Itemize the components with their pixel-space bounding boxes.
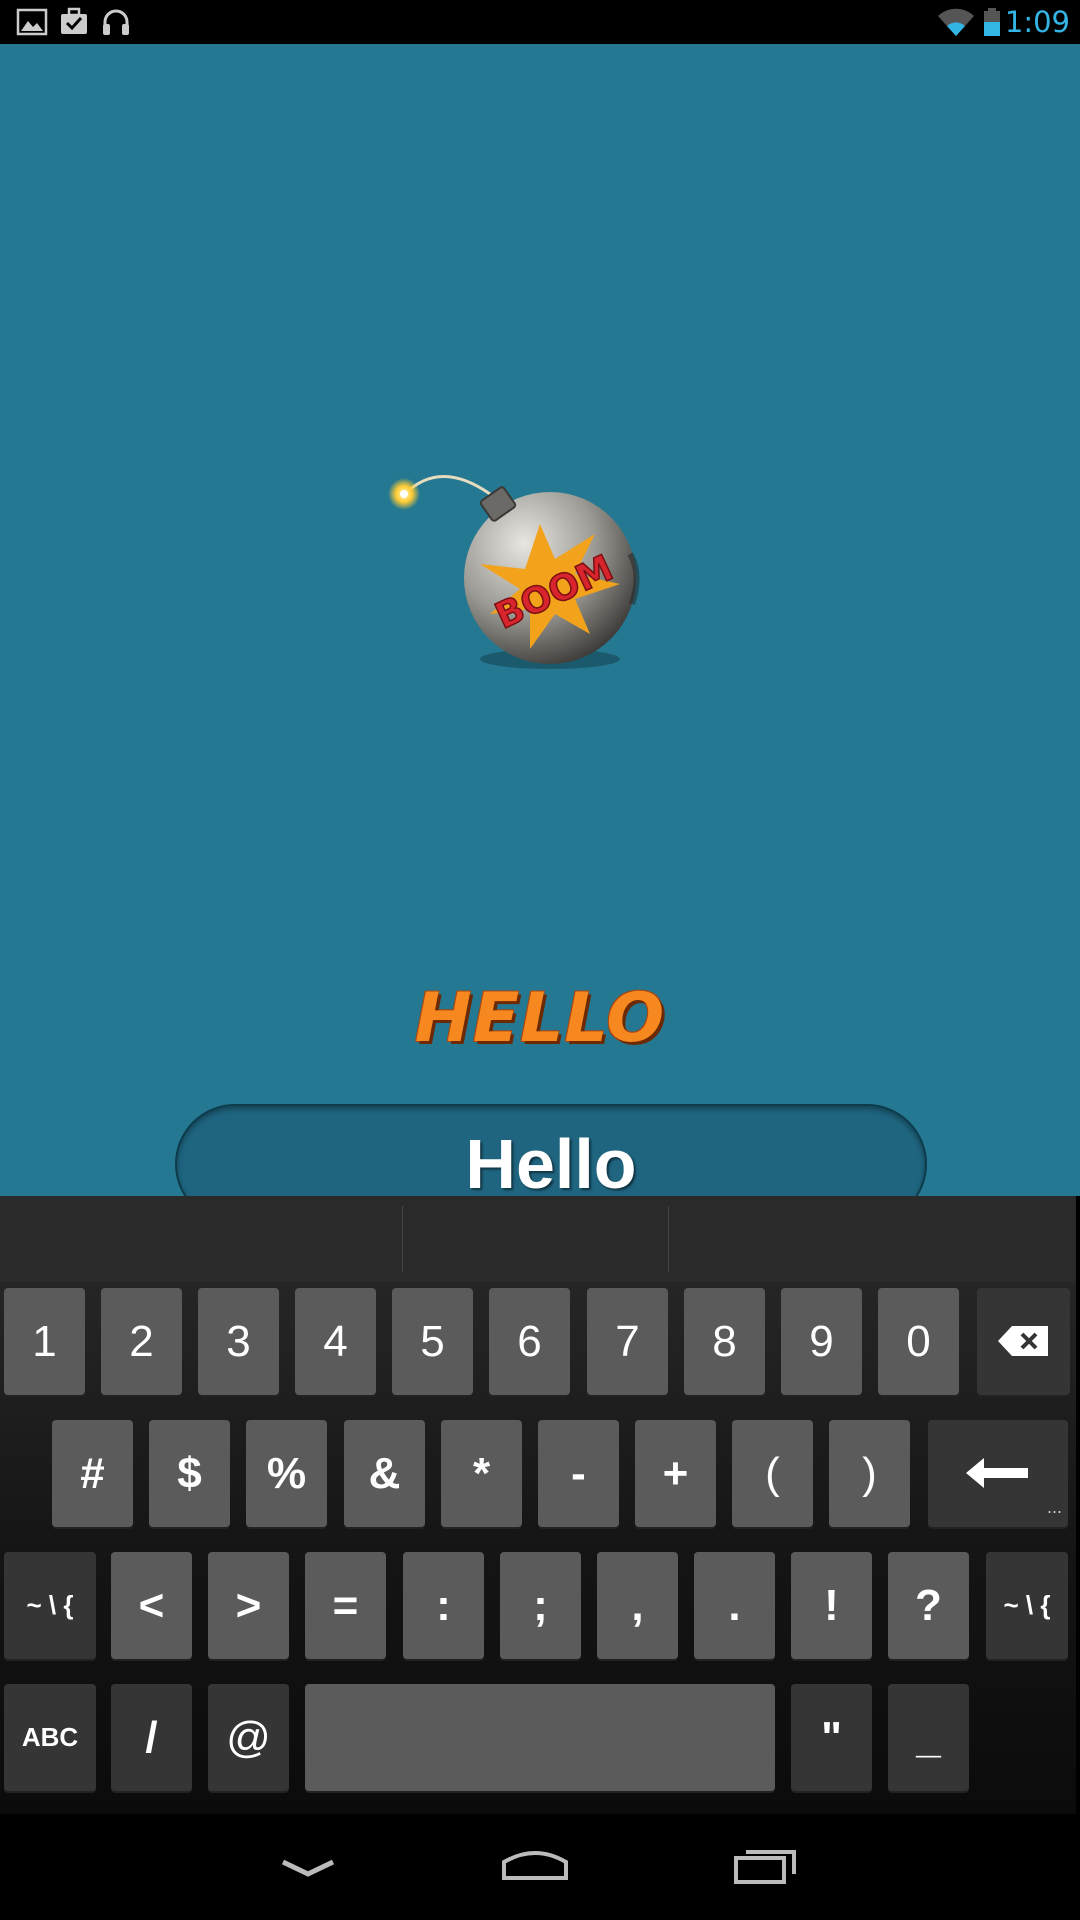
recent-apps-icon[interactable]: [722, 1834, 812, 1900]
battery-icon: [984, 8, 1000, 36]
key-9[interactable]: 9: [781, 1288, 862, 1395]
key-3[interactable]: 3: [198, 1288, 279, 1395]
enter-arrow-icon: [966, 1458, 1028, 1488]
key-more-symbols-right[interactable]: ~ \ {: [986, 1552, 1068, 1659]
key-close-paren[interactable]: ): [829, 1420, 910, 1527]
space-key[interactable]: [305, 1684, 775, 1791]
enter-key[interactable]: ...: [928, 1420, 1068, 1527]
suggestion-divider: [402, 1206, 403, 1272]
bomb-image[interactable]: BOOM: [380, 464, 650, 684]
key-4[interactable]: 4: [295, 1288, 376, 1395]
key-8[interactable]: 8: [684, 1288, 765, 1395]
word-title: HELLO: [414, 979, 666, 1058]
key-slash[interactable]: /: [111, 1684, 192, 1791]
key-more-symbols-left[interactable]: ~ \ {: [4, 1552, 96, 1659]
key-question[interactable]: ?: [888, 1552, 969, 1659]
key-greater-than[interactable]: >: [208, 1552, 289, 1659]
key-1[interactable]: 1: [4, 1288, 85, 1395]
soft-keyboard: 1 2 3 4 5 6 7 8 9 0 # $ % & * - + ( ) ..…: [0, 1196, 1076, 1814]
key-2[interactable]: 2: [101, 1288, 182, 1395]
key-open-paren[interactable]: (: [732, 1420, 813, 1527]
back-icon[interactable]: [263, 1834, 353, 1900]
key-5[interactable]: 5: [392, 1288, 473, 1395]
answer-input-text: Hello: [465, 1125, 637, 1203]
key-plus[interactable]: +: [635, 1420, 716, 1527]
briefcase-check-icon: [61, 7, 87, 34]
more-dots: ...: [1046, 1497, 1062, 1517]
app-content: BOOM HELLO Hello: [0, 44, 1080, 1224]
key-7[interactable]: 7: [587, 1288, 668, 1395]
home-icon[interactable]: [490, 1834, 580, 1900]
key-minus[interactable]: -: [538, 1420, 619, 1527]
key-percent[interactable]: %: [246, 1420, 327, 1527]
key-less-than[interactable]: <: [111, 1552, 192, 1659]
key-6[interactable]: 6: [489, 1288, 570, 1395]
key-asterisk[interactable]: *: [441, 1420, 522, 1527]
clock: 1:09: [1004, 5, 1070, 39]
delete-key[interactable]: [977, 1288, 1070, 1395]
key-period[interactable]: .: [694, 1552, 775, 1659]
key-exclamation[interactable]: !: [791, 1552, 872, 1659]
key-double-quote[interactable]: ": [791, 1684, 872, 1791]
key-0[interactable]: 0: [878, 1288, 959, 1395]
key-semicolon[interactable]: ;: [500, 1552, 581, 1659]
wifi-icon: [938, 8, 974, 36]
status-bar: 1:09: [0, 0, 1080, 44]
key-equals[interactable]: =: [305, 1552, 386, 1659]
suggestion-strip[interactable]: [0, 1196, 1076, 1282]
backspace-icon: [997, 1326, 1048, 1356]
key-ampersand[interactable]: &: [344, 1420, 425, 1527]
navigation-bar: [0, 1814, 1080, 1920]
suggestion-divider: [668, 1206, 669, 1272]
key-at[interactable]: @: [208, 1684, 289, 1791]
key-underscore[interactable]: _: [888, 1684, 969, 1791]
abc-key[interactable]: ABC: [4, 1684, 96, 1791]
picture-icon: [16, 8, 48, 36]
key-hash[interactable]: #: [52, 1420, 133, 1527]
key-dollar[interactable]: $: [149, 1420, 230, 1527]
headphones-icon: [103, 9, 129, 35]
key-colon[interactable]: :: [403, 1552, 484, 1659]
key-comma[interactable]: ,: [597, 1552, 678, 1659]
